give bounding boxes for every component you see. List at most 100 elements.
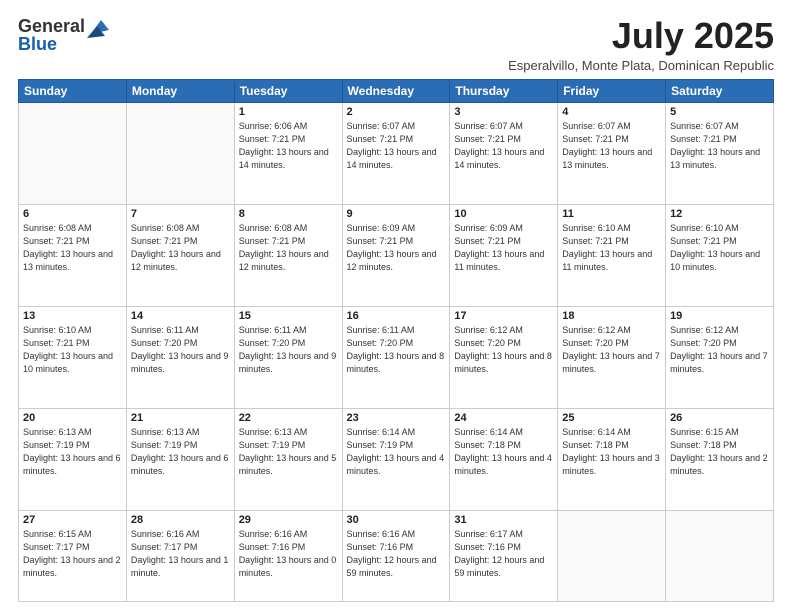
table-row: 20 Sunrise: 6:13 AM Sunset: 7:19 PM Dayli… — [19, 408, 127, 510]
day-number: 16 — [347, 310, 446, 322]
day-info: Sunrise: 6:14 AM Sunset: 7:19 PM Dayligh… — [347, 426, 446, 478]
table-row: 8Sunrise: 6:08 AM Sunset: 7:21 PM Daylig… — [234, 204, 342, 306]
day-number: 9 — [347, 208, 446, 220]
day-number: 19 — [670, 310, 769, 322]
table-row — [19, 102, 127, 204]
table-row — [558, 510, 666, 601]
day-number: 24 — [454, 412, 553, 424]
table-row: 18 Sunrise: 6:12 AM Sunset: 7:20 PM Dayli… — [558, 306, 666, 408]
day-number: 26 — [670, 412, 769, 424]
table-row: 25 Sunrise: 6:14 AM Sunset: 7:18 PM Dayli… — [558, 408, 666, 510]
day-number: 30 — [347, 514, 446, 526]
day-info: Sunrise: 6:15 AM Sunset: 7:18 PM Dayligh… — [670, 426, 769, 478]
month-title: July 2025 — [508, 16, 774, 56]
page: General Blue July 2025 Esperalvillo, Mon… — [0, 0, 792, 612]
day-info: Sunrise: 6:12 AM Sunset: 7:20 PM Dayligh… — [562, 324, 661, 376]
logo: General Blue — [18, 16, 109, 55]
table-row: 2Sunrise: 6:07 AM Sunset: 7:21 PM Daylig… — [342, 102, 450, 204]
header-saturday: Saturday — [666, 79, 774, 102]
table-row: 22 Sunrise: 6:13 AM Sunset: 7:19 PM Dayli… — [234, 408, 342, 510]
day-number: 17 — [454, 310, 553, 322]
header-monday: Monday — [126, 79, 234, 102]
title-block: July 2025 Esperalvillo, Monte Plata, Dom… — [508, 16, 774, 73]
day-number: 22 — [239, 412, 338, 424]
calendar-table: Sunday Monday Tuesday Wednesday Thursday… — [18, 79, 774, 602]
header: General Blue July 2025 Esperalvillo, Mon… — [18, 16, 774, 73]
day-info: Sunrise: 6:09 AM Sunset: 7:21 PM Dayligh… — [454, 222, 553, 274]
table-row: 12 Sunrise: 6:10 AM Sunset: 7:21 PM Dayli… — [666, 204, 774, 306]
table-row: 5 Sunrise: 6:07 AM Sunset: 7:21 PM Daylig… — [666, 102, 774, 204]
day-info: Sunrise: 6:13 AM Sunset: 7:19 PM Dayligh… — [239, 426, 338, 478]
header-thursday: Thursday — [450, 79, 558, 102]
day-info: Sunrise: 6:11 AM Sunset: 7:20 PM Dayligh… — [347, 324, 446, 376]
table-row — [666, 510, 774, 601]
day-info: Sunrise: 6:10 AM Sunset: 7:21 PM Dayligh… — [670, 222, 769, 274]
day-info: Sunrise: 6:14 AM Sunset: 7:18 PM Dayligh… — [562, 426, 661, 478]
day-number: 3 — [454, 106, 553, 118]
day-info: Sunrise: 6:06 AM Sunset: 7:21 PM Dayligh… — [239, 120, 338, 172]
table-row: 6Sunrise: 6:08 AM Sunset: 7:21 PM Daylig… — [19, 204, 127, 306]
table-row: 14 Sunrise: 6:11 AM Sunset: 7:20 PM Dayli… — [126, 306, 234, 408]
day-info: Sunrise: 6:15 AM Sunset: 7:17 PM Dayligh… — [23, 528, 122, 580]
day-number: 20 — [23, 412, 122, 424]
table-row: 1Sunrise: 6:06 AM Sunset: 7:21 PM Daylig… — [234, 102, 342, 204]
day-info: Sunrise: 6:12 AM Sunset: 7:20 PM Dayligh… — [670, 324, 769, 376]
day-number: 10 — [454, 208, 553, 220]
day-number: 21 — [131, 412, 230, 424]
table-row: 24 Sunrise: 6:14 AM Sunset: 7:18 PM Dayli… — [450, 408, 558, 510]
table-row: 30 Sunrise: 6:16 AM Sunset: 7:16 PM Dayli… — [342, 510, 450, 601]
header-wednesday: Wednesday — [342, 79, 450, 102]
day-number: 13 — [23, 310, 122, 322]
table-row: 17Sunrise: 6:12 AM Sunset: 7:20 PM Dayli… — [450, 306, 558, 408]
day-number: 4 — [562, 106, 661, 118]
weekday-header-row: Sunday Monday Tuesday Wednesday Thursday… — [19, 79, 774, 102]
table-row: 27 Sunrise: 6:15 AM Sunset: 7:17 PM Dayli… — [19, 510, 127, 601]
day-number: 18 — [562, 310, 661, 322]
day-info: Sunrise: 6:17 AM Sunset: 7:16 PM Dayligh… — [454, 528, 553, 580]
day-info: Sunrise: 6:09 AM Sunset: 7:21 PM Dayligh… — [347, 222, 446, 274]
day-info: Sunrise: 6:14 AM Sunset: 7:18 PM Dayligh… — [454, 426, 553, 478]
day-info: Sunrise: 6:16 AM Sunset: 7:16 PM Dayligh… — [347, 528, 446, 580]
day-info: Sunrise: 6:07 AM Sunset: 7:21 PM Dayligh… — [454, 120, 553, 172]
day-info: Sunrise: 6:16 AM Sunset: 7:17 PM Dayligh… — [131, 528, 230, 580]
day-number: 5 — [670, 106, 769, 118]
table-row: 31 Sunrise: 6:17 AM Sunset: 7:16 PM Dayli… — [450, 510, 558, 601]
day-info: Sunrise: 6:13 AM Sunset: 7:19 PM Dayligh… — [23, 426, 122, 478]
table-row: 28Sunrise: 6:16 AM Sunset: 7:17 PM Dayli… — [126, 510, 234, 601]
day-info: Sunrise: 6:13 AM Sunset: 7:19 PM Dayligh… — [131, 426, 230, 478]
day-number: 23 — [347, 412, 446, 424]
day-number: 12 — [670, 208, 769, 220]
table-row: 13Sunrise: 6:10 AM Sunset: 7:21 PM Dayli… — [19, 306, 127, 408]
table-row: 16 Sunrise: 6:11 AM Sunset: 7:20 PM Dayli… — [342, 306, 450, 408]
day-number: 14 — [131, 310, 230, 322]
day-number: 15 — [239, 310, 338, 322]
table-row: 4 Sunrise: 6:07 AM Sunset: 7:21 PM Daylig… — [558, 102, 666, 204]
header-sunday: Sunday — [19, 79, 127, 102]
table-row: 7Sunrise: 6:08 AM Sunset: 7:21 PM Daylig… — [126, 204, 234, 306]
day-number: 31 — [454, 514, 553, 526]
header-tuesday: Tuesday — [234, 79, 342, 102]
table-row: 29 Sunrise: 6:16 AM Sunset: 7:16 PM Dayli… — [234, 510, 342, 601]
day-info: Sunrise: 6:11 AM Sunset: 7:20 PM Dayligh… — [131, 324, 230, 376]
table-row: 26 Sunrise: 6:15 AM Sunset: 7:18 PM Dayli… — [666, 408, 774, 510]
table-row: 19 Sunrise: 6:12 AM Sunset: 7:20 PM Dayli… — [666, 306, 774, 408]
table-row: 21 Sunrise: 6:13 AM Sunset: 7:19 PM Dayli… — [126, 408, 234, 510]
table-row: 10 Sunrise: 6:09 AM Sunset: 7:21 PM Dayli… — [450, 204, 558, 306]
logo-icon — [87, 16, 109, 38]
table-row: 3 Sunrise: 6:07 AM Sunset: 7:21 PM Daylig… — [450, 102, 558, 204]
table-row — [126, 102, 234, 204]
day-info: Sunrise: 6:08 AM Sunset: 7:21 PM Dayligh… — [131, 222, 230, 274]
day-number: 25 — [562, 412, 661, 424]
day-number: 29 — [239, 514, 338, 526]
day-number: 27 — [23, 514, 122, 526]
day-info: Sunrise: 6:16 AM Sunset: 7:16 PM Dayligh… — [239, 528, 338, 580]
table-row: 9 Sunrise: 6:09 AM Sunset: 7:21 PM Daylig… — [342, 204, 450, 306]
day-info: Sunrise: 6:07 AM Sunset: 7:21 PM Dayligh… — [562, 120, 661, 172]
table-row: 11Sunrise: 6:10 AM Sunset: 7:21 PM Dayli… — [558, 204, 666, 306]
day-number: 6 — [23, 208, 122, 220]
day-info: Sunrise: 6:07 AM Sunset: 7:21 PM Dayligh… — [670, 120, 769, 172]
day-info: Sunrise: 6:10 AM Sunset: 7:21 PM Dayligh… — [562, 222, 661, 274]
day-info: Sunrise: 6:11 AM Sunset: 7:20 PM Dayligh… — [239, 324, 338, 376]
table-row: 15 Sunrise: 6:11 AM Sunset: 7:20 PM Dayli… — [234, 306, 342, 408]
day-info: Sunrise: 6:07 AM Sunset: 7:21 PM Dayligh… — [347, 120, 446, 172]
